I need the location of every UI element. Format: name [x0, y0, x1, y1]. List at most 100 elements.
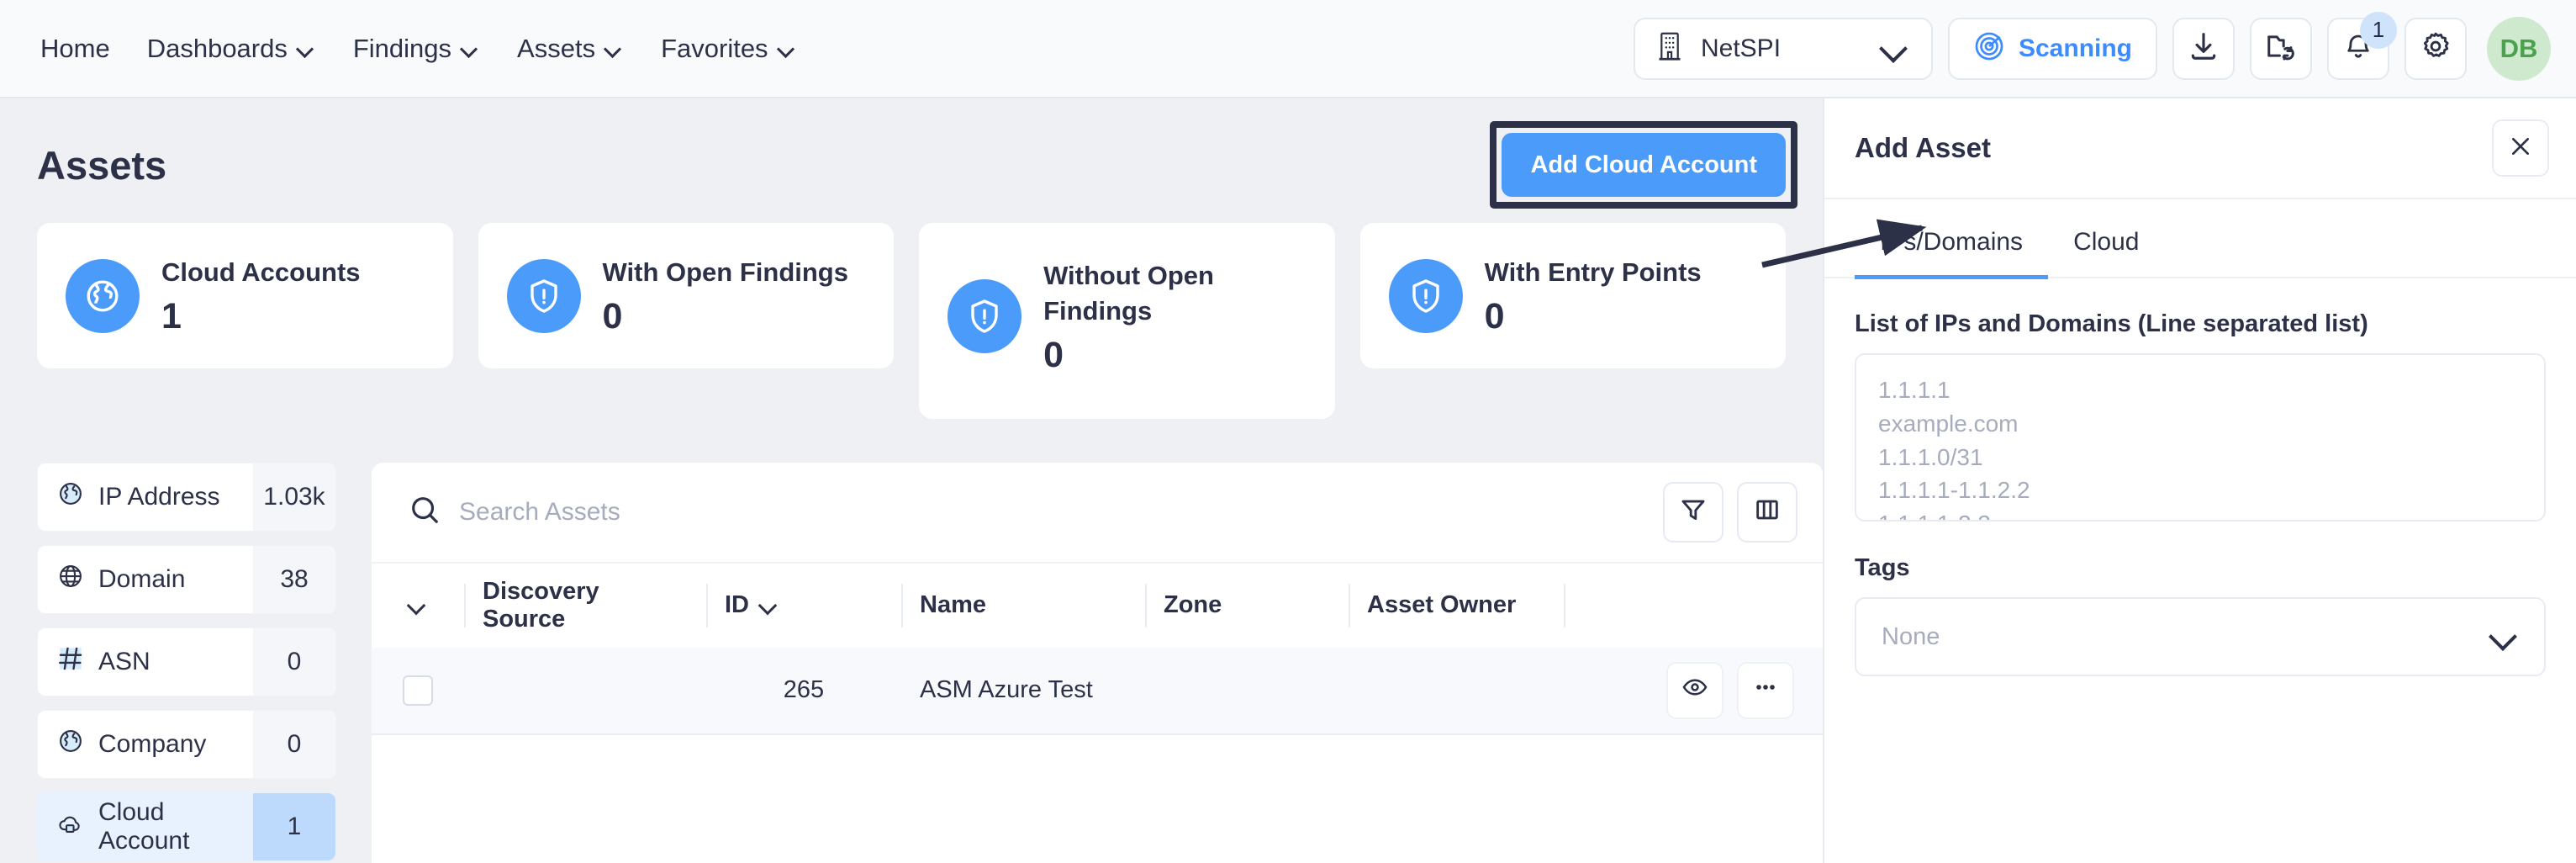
- cell-id: 265: [783, 676, 825, 704]
- nav-item-label: Favorites: [661, 33, 768, 63]
- table-row[interactable]: 265 ASM Azure Test: [372, 647, 1823, 735]
- page-body: Assets Add Cloud Account Cloud Accounts …: [0, 98, 2576, 863]
- close-icon: [2507, 133, 2534, 164]
- scanning-status-button[interactable]: Scanning: [1947, 17, 2157, 80]
- settings-button[interactable]: [2404, 17, 2467, 80]
- nav-item-findings[interactable]: Findings: [335, 25, 499, 72]
- stat-card-value: 0: [602, 295, 623, 336]
- filter-item-ip-address[interactable]: IP Address 1.03k: [37, 462, 336, 532]
- filter-item-label: Cloud Account: [98, 797, 190, 855]
- select-all-column-header[interactable]: [372, 564, 464, 648]
- filter-item-main: ASN: [38, 628, 253, 696]
- app-root: Home Dashboards Findings Assets Favorite…: [0, 0, 2576, 863]
- column-header-actions: [1564, 564, 1823, 648]
- avatar[interactable]: DB: [2487, 16, 2551, 81]
- filter-item-label: ASN: [98, 647, 150, 675]
- asset-type-filter-list: IP Address 1.03k Domain 38 ASN 0 Company…: [0, 462, 336, 863]
- ip-domains-field-label: List of IPs and Domains (Line separated …: [1855, 310, 2368, 337]
- building-icon: [1655, 31, 1684, 66]
- filter-item-main: IP Address: [38, 463, 253, 531]
- nav-item-favorites[interactable]: Favorites: [642, 25, 815, 72]
- tab-ips-domains[interactable]: IPs/Domains: [1855, 199, 2049, 279]
- search-icon: [409, 494, 441, 530]
- close-panel-button[interactable]: [2492, 119, 2549, 177]
- chevron-down-icon: [298, 43, 316, 54]
- tags-select[interactable]: None: [1855, 597, 2546, 676]
- stat-card-label: With Open Findings: [602, 257, 848, 287]
- chevron-down-icon: [462, 43, 480, 54]
- chevron-down-icon: [409, 601, 426, 611]
- add-asset-panel: Add Asset IPs/Domains Cloud List of IPs …: [1823, 98, 2576, 863]
- view-asset-button[interactable]: [1666, 661, 1723, 719]
- page-header: Assets Add Cloud Account: [0, 98, 1823, 209]
- stat-card-with-entry-points[interactable]: With Entry Points 0: [1359, 223, 1786, 369]
- nav-item-home[interactable]: Home: [32, 25, 129, 72]
- nav-item-dashboards[interactable]: Dashboards: [129, 25, 335, 72]
- column-header-label: Name: [920, 591, 986, 619]
- row-more-options-button[interactable]: [1737, 661, 1794, 719]
- filter-item-main: Company: [38, 711, 253, 778]
- download-icon: [2188, 30, 2220, 66]
- columns-button[interactable]: [1737, 481, 1797, 543]
- add-asset-panel-body: List of IPs and Domains (Line separated …: [1824, 278, 2576, 676]
- add-cloud-account-wrapper: Add Cloud Account: [1490, 121, 1797, 209]
- nav-item-label: Dashboards: [146, 33, 288, 63]
- ip-domains-textarea[interactable]: [1855, 353, 2546, 522]
- filter-item-count: 0: [253, 627, 335, 696]
- column-header-asset-owner[interactable]: Asset Owner: [1349, 564, 1564, 648]
- filter-item-main: Cloud Account: [38, 793, 253, 860]
- stat-card-label: Cloud Accounts: [161, 257, 361, 287]
- assets-table-toolbar: [372, 463, 1823, 562]
- main-menu: Home Dashboards Findings Assets Favorite…: [32, 25, 816, 72]
- radar-target-icon: [1973, 30, 2005, 66]
- stat-card-text: Without Open Findings 0: [1043, 258, 1220, 375]
- nav-item-label: Findings: [352, 33, 452, 63]
- assets-table-card: Discovery Source ID Name Zone: [372, 462, 1823, 863]
- notifications-button[interactable]: 1: [2327, 11, 2397, 80]
- row-checkbox[interactable]: [403, 675, 433, 706]
- globe-icon: [66, 258, 140, 333]
- nav-item-label: Assets: [517, 33, 596, 63]
- filter-item-count: 1: [253, 792, 335, 860]
- filter-item-company[interactable]: Company 0: [37, 709, 336, 779]
- column-header-zone[interactable]: Zone: [1145, 564, 1349, 648]
- row-checkbox-cell: [372, 675, 464, 706]
- notification-badge: 1: [2360, 11, 2397, 49]
- filter-item-count: 38: [253, 545, 335, 613]
- org-selector[interactable]: NetSPI: [1633, 17, 1933, 80]
- add-cloud-account-button[interactable]: Add Cloud Account: [1502, 133, 1786, 197]
- nav-item-label: Home: [40, 33, 110, 63]
- stat-card-text: Cloud Accounts 1: [161, 255, 361, 336]
- column-header-id[interactable]: ID: [706, 564, 901, 648]
- column-header-label: Zone: [1164, 591, 1222, 619]
- add-asset-tabs: IPs/Domains Cloud: [1824, 199, 2576, 279]
- assets-main-area: Assets Add Cloud Account Cloud Accounts …: [0, 98, 1927, 863]
- nav-item-assets[interactable]: Assets: [499, 25, 642, 72]
- stat-card-label: With Entry Points: [1484, 257, 1702, 287]
- org-name-label: NetSPI: [1700, 34, 1782, 62]
- column-header-name[interactable]: Name: [901, 564, 1145, 648]
- filter-button[interactable]: [1663, 481, 1723, 543]
- filter-item-count: 1.03k: [253, 463, 335, 531]
- stat-card-without-open-findings[interactable]: Without Open Findings 0: [919, 223, 1335, 419]
- stat-card-text: With Open Findings 0: [603, 255, 848, 336]
- filter-item-domain[interactable]: Domain 38: [37, 544, 336, 614]
- column-header-label: Asset Owner: [1367, 591, 1517, 619]
- search-input[interactable]: [459, 497, 1663, 527]
- stat-card-cloud-accounts[interactable]: Cloud Accounts 1: [37, 223, 453, 369]
- filter-item-label: Company: [98, 729, 207, 758]
- cloud-icon: [56, 809, 85, 844]
- folder-sync-icon: [2265, 30, 2297, 66]
- top-navigation-bar: Home Dashboards Findings Assets Favorite…: [0, 0, 2576, 98]
- folder-sync-button[interactable]: [2250, 17, 2312, 80]
- stat-card-with-open-findings[interactable]: With Open Findings 0: [478, 223, 895, 369]
- shield-alert-icon: [506, 258, 581, 333]
- tab-cloud[interactable]: Cloud: [2048, 199, 2164, 279]
- search-container: [409, 494, 1663, 530]
- download-button[interactable]: [2172, 17, 2235, 80]
- column-header-discovery-source[interactable]: Discovery Source: [464, 564, 706, 648]
- filter-item-label: IP Address: [98, 482, 220, 511]
- chevron-down-icon: [761, 601, 778, 611]
- filter-item-asn[interactable]: ASN 0: [37, 627, 336, 696]
- filter-item-cloud-account[interactable]: Cloud Account 1: [37, 792, 336, 861]
